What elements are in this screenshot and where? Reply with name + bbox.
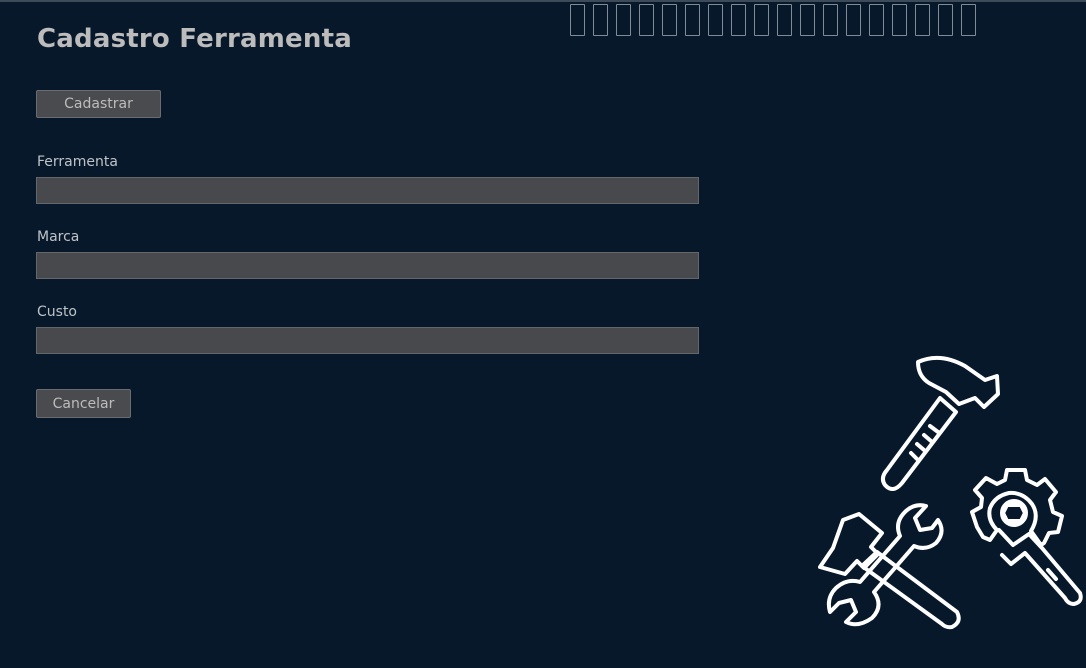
- missing-glyph-box: [892, 4, 907, 36]
- window-top-border: [0, 0, 1086, 2]
- missing-glyph-box: [731, 4, 746, 36]
- wrench-icon: [826, 503, 944, 627]
- tools-icon: [818, 355, 1083, 630]
- missing-glyph-box: [754, 4, 769, 36]
- missing-glyph-box: [593, 4, 608, 36]
- gear-icon: [970, 468, 1083, 606]
- missing-glyph-box: [915, 4, 930, 36]
- hammer-icon: [818, 512, 961, 630]
- missing-glyph-box: [777, 4, 792, 36]
- missing-glyph-box: [800, 4, 815, 36]
- brand-field[interactable]: [36, 252, 699, 279]
- missing-glyph-box: [685, 4, 700, 36]
- missing-glyph-box: [639, 4, 654, 36]
- brand-label: Marca: [37, 229, 80, 245]
- missing-glyph-box: [869, 4, 884, 36]
- missing-glyph-box: [616, 4, 631, 36]
- missing-glyph-box: [662, 4, 677, 36]
- register-button[interactable]: Cadastrar: [36, 90, 161, 118]
- hammer-icon: [880, 355, 1000, 491]
- missing-glyph-strip: [570, 4, 1080, 38]
- missing-glyph-box: [570, 4, 585, 36]
- missing-glyph-box: [823, 4, 838, 36]
- cost-field[interactable]: [36, 327, 699, 354]
- cancel-button[interactable]: Cancelar: [36, 389, 131, 418]
- missing-glyph-box: [961, 4, 976, 36]
- tool-label: Ferramenta: [37, 154, 118, 170]
- cost-label: Custo: [37, 304, 77, 320]
- missing-glyph-box: [846, 4, 861, 36]
- page-title: Cadastro Ferramenta: [37, 24, 352, 54]
- tool-field[interactable]: [36, 177, 699, 204]
- missing-glyph-box: [708, 4, 723, 36]
- missing-glyph-box: [938, 4, 953, 36]
